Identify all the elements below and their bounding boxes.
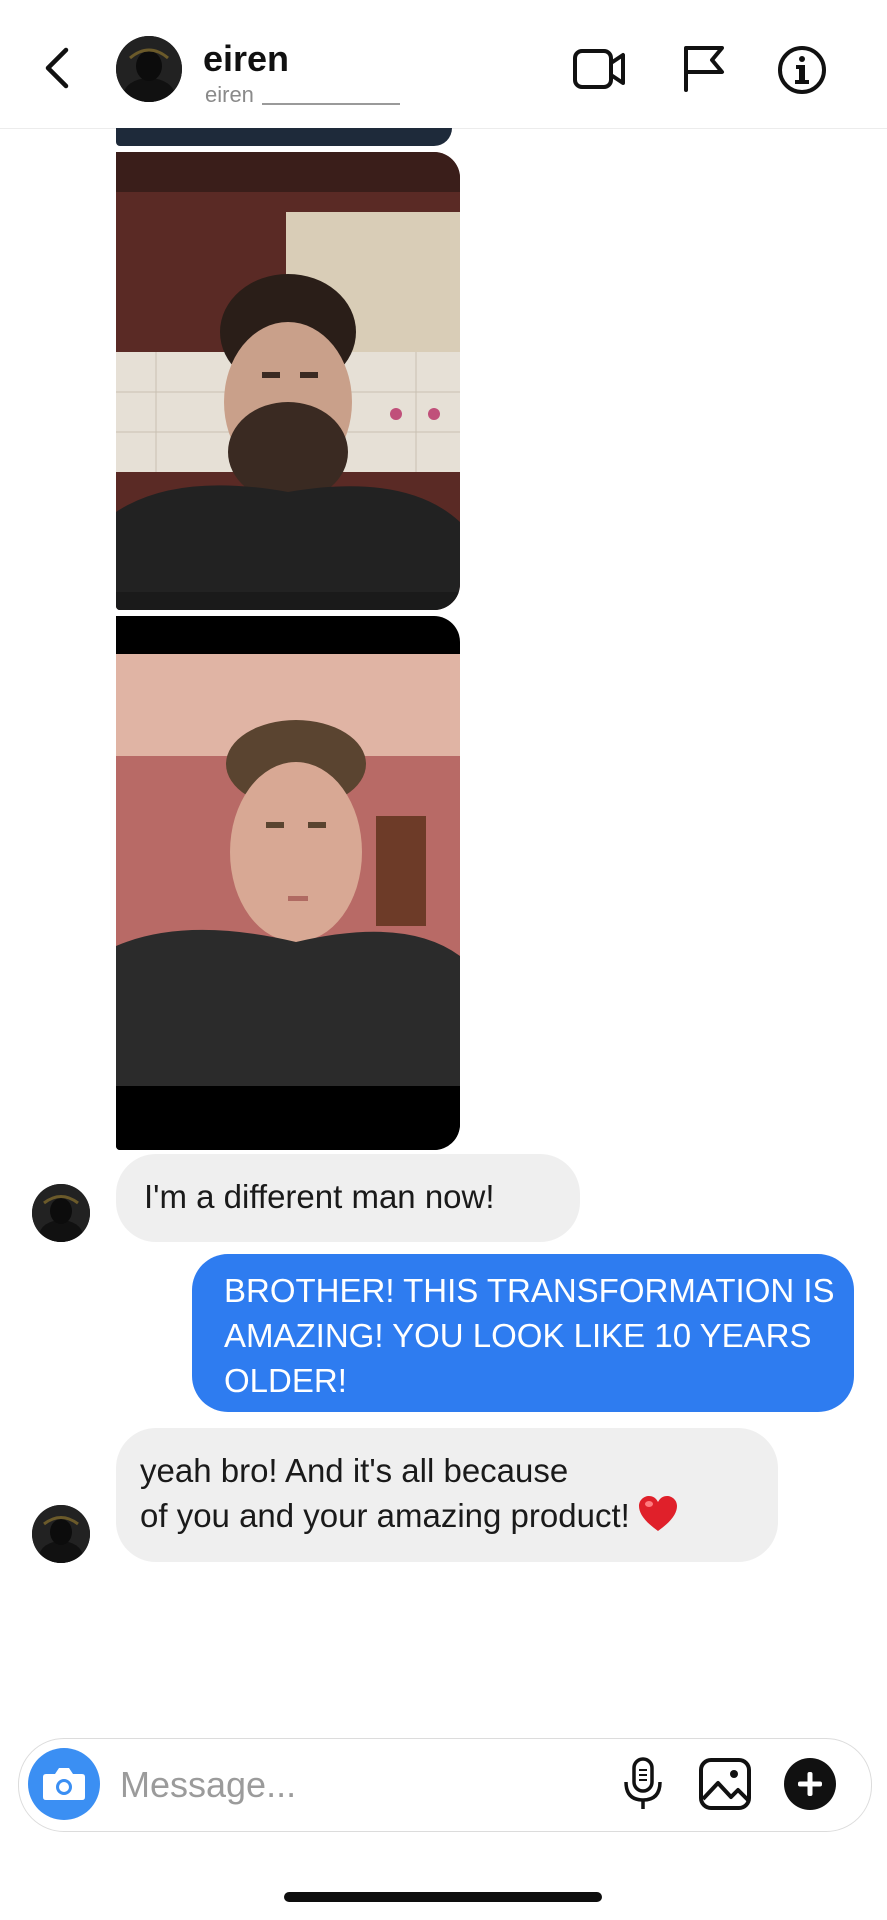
message-text-line: of you and your amazing product!: [140, 1493, 678, 1544]
sender-avatar[interactable]: [32, 1505, 90, 1563]
heart-emoji: [638, 1495, 678, 1544]
contact-username: eiren: [205, 82, 254, 107]
back-arrow-icon: [45, 47, 69, 89]
microphone-icon: [624, 1757, 662, 1809]
gallery-icon: [699, 1758, 751, 1810]
plus-icon: [798, 1772, 822, 1796]
incoming-message-bubble[interactable]: yeah bro! And it's all because of you an…: [116, 1428, 778, 1562]
avatar-image: [116, 36, 182, 102]
photo-image: [116, 616, 460, 1150]
avatar-image: [32, 1184, 90, 1242]
back-button[interactable]: [38, 44, 78, 92]
photo-image: [116, 152, 460, 610]
username-underline: [262, 103, 400, 105]
incoming-message-bubble[interactable]: I'm a different man now!: [116, 1154, 580, 1242]
message-input[interactable]: [118, 1760, 602, 1810]
camera-button[interactable]: [28, 1748, 100, 1820]
message-text: BROTHER! THIS TRANSFORMATION IS AMAZING!…: [224, 1272, 835, 1399]
home-indicator[interactable]: [284, 1892, 602, 1902]
report-flag-button[interactable]: [680, 44, 728, 94]
outgoing-message-bubble[interactable]: BROTHER! THIS TRANSFORMATION IS AMAZING!…: [192, 1254, 854, 1412]
message-text-line: yeah bro! And it's all because: [140, 1452, 569, 1489]
info-button[interactable]: [776, 44, 828, 96]
avatar-image: [32, 1505, 90, 1563]
previous-photo-edge[interactable]: [116, 128, 452, 146]
more-options-button[interactable]: [784, 1758, 836, 1810]
message-text: of you and your amazing product!: [140, 1497, 630, 1534]
sender-avatar[interactable]: [32, 1184, 90, 1242]
photo-message-after[interactable]: [116, 616, 460, 1150]
avatar[interactable]: [116, 36, 182, 102]
contact-name[interactable]: eiren: [203, 38, 289, 80]
gallery-button[interactable]: [698, 1757, 752, 1811]
camera-icon: [43, 1768, 85, 1800]
flag-icon: [684, 46, 724, 92]
voice-message-button[interactable]: [622, 1756, 664, 1812]
video-call-icon: [573, 49, 625, 89]
video-call-button[interactable]: [572, 46, 626, 92]
info-icon: [778, 46, 826, 94]
message-text: I'm a different man now!: [144, 1178, 495, 1215]
photo-message-before[interactable]: [116, 152, 460, 610]
